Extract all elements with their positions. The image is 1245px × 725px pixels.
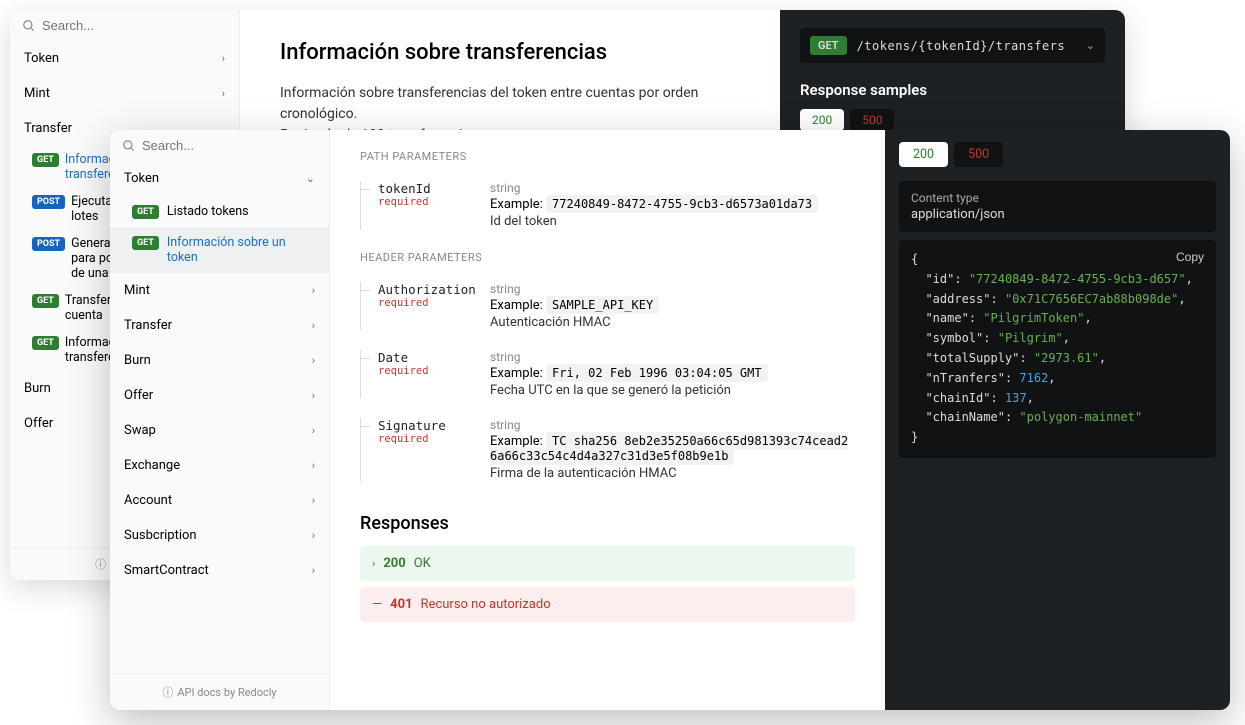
- chevron-right-icon: ›: [222, 52, 225, 65]
- nav-burn[interactable]: Burn›: [110, 343, 329, 378]
- chevron-right-icon: ›: [312, 564, 315, 577]
- content-type-label: Content type: [911, 191, 1204, 205]
- back-search-input[interactable]: [42, 18, 227, 33]
- copy-button[interactable]: Copy: [1176, 248, 1204, 268]
- front-sidebar: Token⌄ GETListado tokens GETInformación …: [110, 130, 330, 710]
- response-200[interactable]: › 200 OK: [360, 546, 855, 581]
- search-icon: [22, 19, 36, 33]
- front-nav: Token⌄ GETListado tokens GETInformación …: [110, 161, 329, 673]
- chevron-right-icon: ›: [312, 389, 315, 402]
- param-name: Signature: [378, 418, 470, 433]
- front-main: PATH PARAMETERS tokenId required string …: [330, 130, 885, 710]
- param-desc: Firma de la autenticación HMAC: [490, 466, 855, 481]
- required-label: required: [378, 297, 470, 309]
- nav-offer[interactable]: Offer›: [110, 378, 329, 413]
- param-name: Date: [378, 350, 470, 365]
- search-icon: [122, 139, 136, 153]
- param-desc: Id del token: [490, 214, 855, 229]
- json-response-box: Copy { "id": "77240849-8472-4755-9cb3-d6…: [899, 240, 1216, 458]
- param-name: tokenId: [378, 181, 470, 196]
- chevron-right-icon: ›: [312, 284, 315, 297]
- example-code: 77240849-8472-4755-9cb3-d6573a01da73: [546, 195, 818, 213]
- header-params-label: HEADER PARAMETERS: [360, 251, 855, 264]
- content-type-box[interactable]: Content type application/json: [899, 181, 1216, 232]
- tab-200[interactable]: 200: [899, 142, 948, 167]
- method-get-badge: GET: [132, 205, 159, 219]
- chevron-right-icon: ›: [372, 557, 375, 570]
- content-type-value: application/json: [911, 207, 1204, 222]
- param-type: string: [490, 181, 855, 195]
- nav-token[interactable]: Token›: [10, 41, 239, 76]
- example-code: TC sha256 8eb2e35250a66c65d981393c74cead…: [490, 432, 848, 465]
- chevron-right-icon: ›: [312, 494, 315, 507]
- front-footer[interactable]: ⓘAPI docs by Redocly: [110, 673, 329, 710]
- chevron-right-icon: ›: [222, 87, 225, 100]
- front-search[interactable]: [110, 130, 329, 161]
- tab-500[interactable]: 500: [850, 109, 894, 131]
- chevron-right-icon: ›: [312, 354, 315, 367]
- param-type: string: [490, 350, 855, 364]
- nav-account[interactable]: Account›: [110, 483, 329, 518]
- chevron-down-icon: ⌄: [306, 172, 315, 185]
- required-label: required: [378, 196, 470, 208]
- redocly-icon: ⓘ: [95, 556, 106, 572]
- nav-subscription[interactable]: Susbcription›: [110, 518, 329, 553]
- response-samples-title: Response samples: [800, 81, 1105, 99]
- page-desc-1: Información sobre transferencias del tok…: [280, 83, 740, 125]
- example-code: Fri, 02 Feb 1996 03:04:05 GMT: [546, 364, 768, 382]
- front-panel: Token⌄ GETListado tokens GETInformación …: [110, 130, 1230, 710]
- nav-token[interactable]: Token⌄: [110, 161, 329, 196]
- nav-sub-info-token[interactable]: GETInformación sobre un token: [110, 227, 329, 273]
- param-type: string: [490, 418, 855, 432]
- chevron-right-icon: ›: [312, 459, 315, 472]
- front-search-input[interactable]: [142, 138, 318, 153]
- tab-200[interactable]: 200: [800, 109, 844, 131]
- tab-500[interactable]: 500: [954, 142, 1003, 167]
- method-get-badge: GET: [32, 294, 59, 308]
- page-title: Información sobre transferencias: [280, 40, 740, 65]
- response-tabs: 200 500: [885, 130, 1230, 177]
- response-401[interactable]: — 401 Recurso no autorizado: [360, 587, 855, 622]
- param-desc: Autenticación HMAC: [490, 315, 855, 330]
- required-label: required: [378, 433, 470, 445]
- method-post-badge: POST: [32, 195, 65, 209]
- endpoint-path: /tokens/{tokenId}/transfers: [857, 39, 1076, 53]
- param-signature: Signature required string Example: TC sh…: [360, 412, 855, 495]
- method-get-badge: GET: [32, 336, 59, 350]
- param-date: Date required string Example: Fri, 02 Fe…: [360, 344, 855, 412]
- responses-heading: Responses: [360, 513, 855, 534]
- nav-mint[interactable]: Mint›: [10, 76, 239, 111]
- endpoint-bar[interactable]: GET /tokens/{tokenId}/transfers ⌄: [800, 28, 1105, 63]
- param-tokenid: tokenId required string Example: 7724084…: [360, 175, 855, 243]
- nav-mint[interactable]: Mint›: [110, 273, 329, 308]
- param-name: Authorization: [378, 282, 470, 297]
- chevron-right-icon: ›: [312, 529, 315, 542]
- chevron-right-icon: ›: [312, 424, 315, 437]
- chevron-right-icon: ›: [312, 319, 315, 332]
- nav-transfer[interactable]: Transfer›: [110, 308, 329, 343]
- nav-exchange[interactable]: Exchange›: [110, 448, 329, 483]
- front-dark-panel: 200 500 Content type application/json Co…: [885, 130, 1230, 710]
- method-badge: GET: [810, 36, 847, 55]
- redocly-icon: ⓘ: [162, 684, 173, 700]
- nav-sub-listado[interactable]: GETListado tokens: [110, 196, 329, 227]
- method-get-badge: GET: [32, 153, 59, 167]
- method-get-badge: GET: [132, 236, 159, 250]
- param-authorization: Authorization required string Example: S…: [360, 276, 855, 344]
- chevron-down-icon: ⌄: [1086, 39, 1095, 52]
- param-desc: Fecha UTC en la que se generó la petició…: [490, 383, 855, 398]
- required-label: required: [378, 365, 470, 377]
- nav-swap[interactable]: Swap›: [110, 413, 329, 448]
- back-search[interactable]: [10, 10, 239, 41]
- nav-smartcontract[interactable]: SmartContract›: [110, 553, 329, 588]
- method-post-badge: POST: [32, 237, 65, 251]
- dash-icon: —: [372, 597, 382, 612]
- param-type: string: [490, 282, 855, 296]
- example-code: SAMPLE_API_KEY: [546, 296, 659, 314]
- path-params-label: PATH PARAMETERS: [360, 150, 855, 163]
- code-tabs: 200 500: [800, 109, 1105, 131]
